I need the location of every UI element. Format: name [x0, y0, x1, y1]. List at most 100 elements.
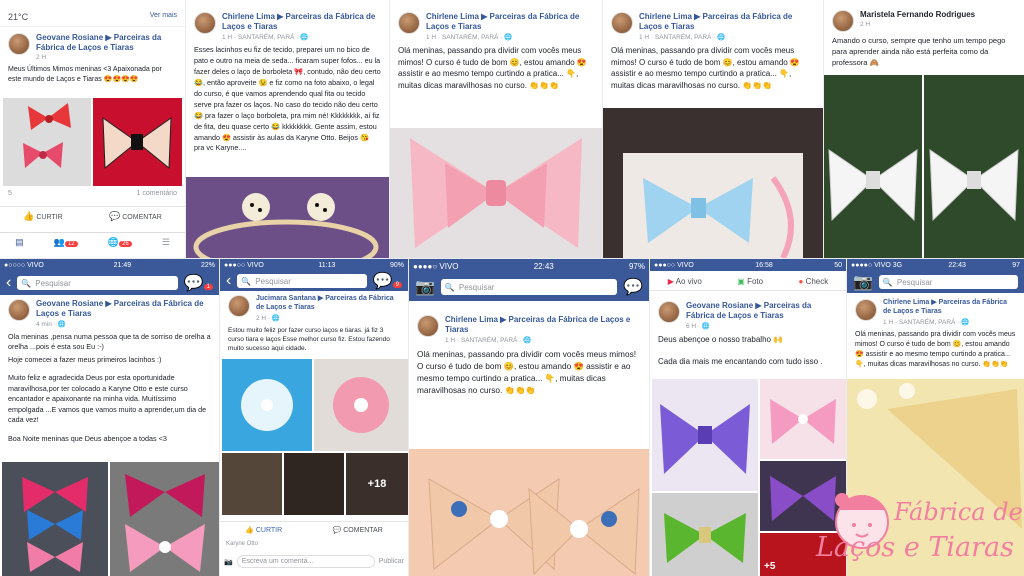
photo-bow-right[interactable]: [93, 98, 182, 186]
avatar[interactable]: [398, 12, 420, 34]
author-name[interactable]: Geovane Rosiane ▶ Parceiras da Fábrica d…: [36, 33, 177, 53]
photo-pink-flower[interactable]: [314, 359, 408, 451]
post-text-1: Deus abençoe o nosso trabalho 🙌: [658, 335, 784, 344]
see-more-link[interactable]: Ver mais: [150, 12, 177, 22]
avatar[interactable]: [8, 299, 30, 321]
post-photo[interactable]: [409, 449, 649, 576]
search-icon: 🔍: [21, 278, 32, 288]
avatar[interactable]: [228, 295, 250, 317]
reaction-count[interactable]: 5: [8, 190, 12, 197]
post-text: Esses lacinhos eu fiz de tecido, prepare…: [194, 45, 381, 153]
search-input[interactable]: 🔍 Pesquisar: [237, 274, 367, 288]
search-input[interactable]: 🔍 Pesquisar: [878, 275, 1018, 289]
back-icon[interactable]: ‹: [6, 274, 11, 292]
comment-label: COMENTAR: [343, 527, 383, 534]
more-photos-count[interactable]: +5: [764, 561, 775, 572]
author-name[interactable]: Jucimara Santana ▶ Parceiras da Fábrica …: [256, 295, 400, 313]
author-name[interactable]: Maristela Fernando Rodrigues: [860, 10, 975, 20]
post-chirlene-pink: Chirlene Lima ▶ Parceiras da Fábrica de …: [390, 0, 602, 258]
live-button[interactable]: ▶ Ao vivo: [668, 277, 702, 286]
globe-icon[interactable]: 🌐 26: [108, 237, 132, 248]
photo-purple-bow[interactable]: [652, 379, 758, 491]
photo-button[interactable]: ▣ Foto: [737, 277, 763, 286]
post-header: Geovane Rosiane ▶ Parceiras da Fábrica d…: [0, 27, 185, 63]
photo-pink-bow[interactable]: [760, 379, 846, 459]
author-name[interactable]: Chirlene Lima ▶ Parceiras da Fábrica de …: [883, 299, 1016, 317]
white-bow-image: [929, 149, 1019, 222]
photo-bows-right[interactable]: [110, 462, 219, 576]
avatar[interactable]: [194, 12, 216, 34]
menu-icon[interactable]: ☰: [162, 237, 170, 248]
comment-button[interactable]: 💬 COMENTAR: [109, 211, 162, 222]
search-placeholder: Pesquisar: [255, 276, 291, 286]
author-name[interactable]: Geovane Rosiane ▶ Parceiras da Fábrica d…: [36, 299, 211, 319]
photo-bows-left[interactable]: [3, 98, 91, 186]
camera-icon[interactable]: 📷: [853, 272, 873, 292]
news-feed-icon[interactable]: ▤: [15, 237, 24, 248]
avatar[interactable]: [611, 12, 633, 34]
photo-label: Foto: [747, 277, 764, 286]
status-bar: ●●●●○ VIVO 3G 22:43 97: [847, 259, 1024, 271]
avatar[interactable]: [417, 315, 439, 337]
next-post-author[interactable]: Karyne Otto: [226, 541, 258, 547]
post-text: Olá meninas, passando pra dividir com vo…: [417, 349, 637, 396]
comment-icon: 💬: [332, 527, 342, 534]
messenger-icon[interactable]: 💬 9: [373, 271, 402, 291]
post-photo[interactable]: [186, 177, 389, 258]
author-name[interactable]: Geovane Rosiane ▶ Parceiras da Fábrica d…: [686, 301, 838, 321]
messenger-icon[interactable]: 💬 1: [184, 273, 213, 293]
post-photo[interactable]: [603, 108, 823, 258]
bow-image: [22, 477, 88, 572]
bow-image: [102, 117, 172, 170]
avatar[interactable]: [855, 299, 877, 321]
author-name[interactable]: Chirlene Lima ▶ Parceiras da Fábrica de …: [639, 12, 815, 32]
post-text: Estou muito feliz por fazer curso laços …: [228, 326, 390, 353]
comment-icon: 💬: [109, 211, 121, 221]
search-placeholder: Pesquisar: [896, 277, 933, 287]
photo-girl-1[interactable]: [222, 453, 282, 515]
comment-button[interactable]: 💬 COMENTAR: [333, 526, 383, 534]
camera-icon[interactable]: 📷: [415, 277, 435, 297]
comment-count[interactable]: 1 comentário: [137, 190, 177, 197]
photo-bows-left[interactable]: [2, 462, 108, 576]
more-photos-count[interactable]: +18: [368, 478, 387, 490]
fb-top-bar: ●○○○○ VIVO 21:49 22% ‹ 🔍 Pesquisar 💬 1: [0, 259, 219, 295]
photo-girl-3[interactable]: +18: [346, 453, 408, 515]
friends-icon[interactable]: 👥 12: [54, 237, 78, 248]
comment-input[interactable]: Escreva um comentá...: [236, 555, 375, 568]
photo-white-bow-left[interactable]: [824, 75, 922, 258]
post-time: 1 H · SANTARÉM, PARÁ · 🌐: [222, 34, 309, 41]
avatar[interactable]: [8, 33, 30, 55]
author-name[interactable]: Chirlene Lima ▶ Parceiras da Fábrica de …: [445, 315, 641, 335]
clock: 16:58: [755, 261, 773, 269]
search-input[interactable]: 🔍 Pesquisar: [440, 279, 618, 295]
like-label: CURTIR: [36, 214, 63, 221]
post-time: 1 H · SANTARÉM, PARÁ · 🌐: [445, 337, 532, 344]
search-input[interactable]: 🔍 Pesquisar: [17, 276, 178, 290]
post-text-2: Cada dia mais me encantando com tudo iss…: [658, 356, 823, 366]
like-button[interactable]: 👍 CURTIR: [23, 211, 63, 222]
like-button[interactable]: 👍 CURTIR: [245, 526, 282, 534]
photo-blue-flower[interactable]: [222, 359, 312, 451]
avatar[interactable]: [832, 10, 854, 32]
back-icon[interactable]: ‹: [226, 272, 231, 290]
post-photo[interactable]: [390, 128, 602, 258]
headband-image: [193, 193, 379, 258]
publish-button[interactable]: Publicar: [379, 558, 404, 565]
post-header: Chirlene Lima ▶ Parceiras da Fábrica de …: [186, 0, 389, 43]
messenger-icon[interactable]: 💬: [623, 277, 643, 297]
photo-white-bow-right[interactable]: [924, 75, 1024, 258]
search-placeholder: Pesquisar: [35, 278, 71, 288]
author-name[interactable]: Chirlene Lima ▶ Parceiras da Fábrica de …: [222, 12, 381, 32]
author-name[interactable]: Chirlene Lima ▶ Parceiras da Fábrica de …: [426, 12, 594, 32]
thumb-icon: 👍: [245, 527, 254, 534]
composer-actions: ▶ Ao vivo ▣ Foto ● Check: [650, 273, 846, 291]
checkin-button[interactable]: ● Check: [799, 277, 829, 286]
battery: 90%: [389, 261, 404, 269]
photo-green-bow[interactable]: [652, 493, 758, 576]
photo-girl-2[interactable]: [284, 453, 344, 515]
camera-icon[interactable]: 📷: [224, 558, 233, 566]
bow-image: [664, 513, 746, 563]
avatar[interactable]: [658, 301, 680, 323]
comment-bar: 📷 Escreva um comentá... Publicar: [220, 555, 408, 568]
